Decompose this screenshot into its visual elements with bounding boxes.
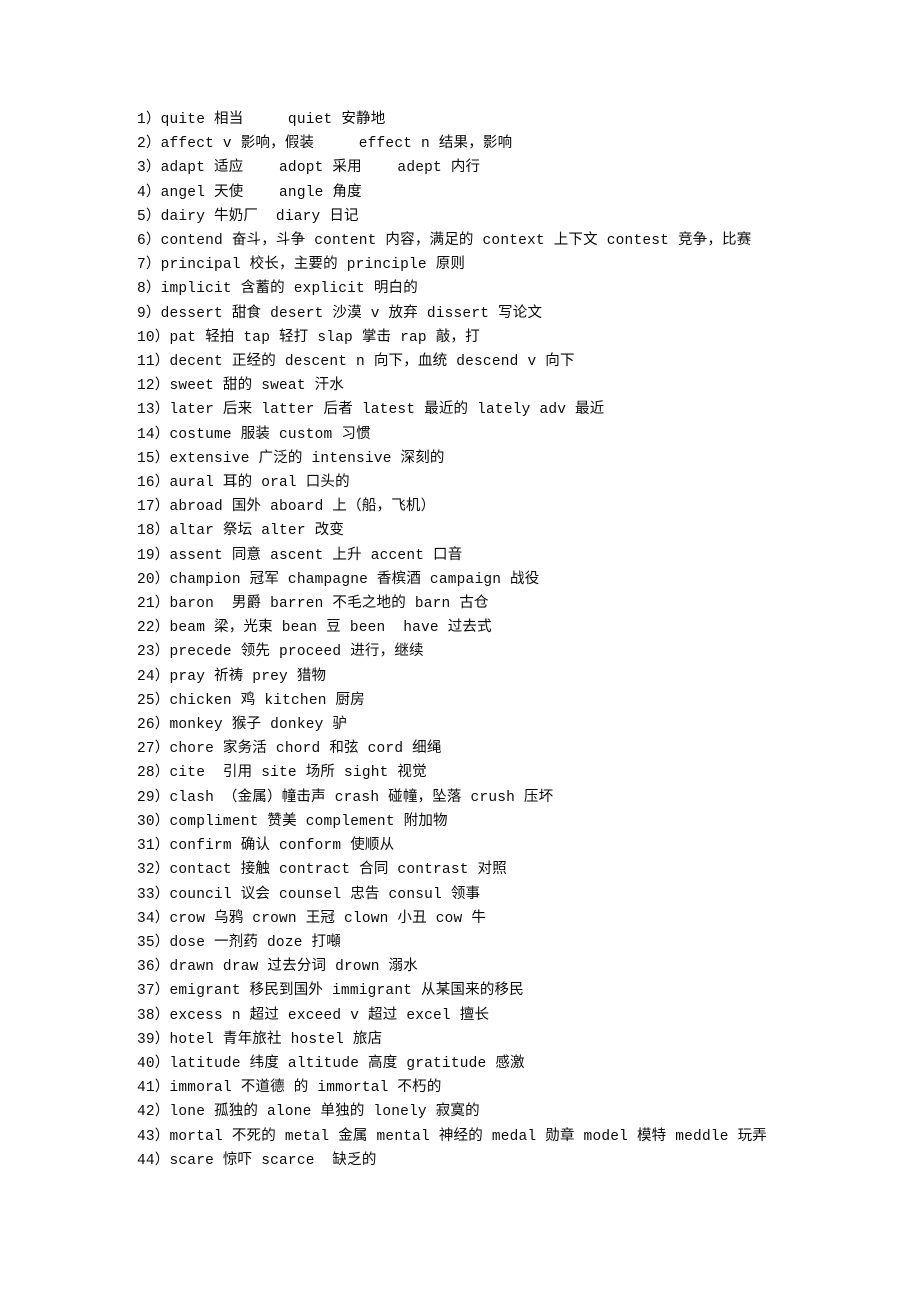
word-pair-line: 12）sweet 甜的 sweat 汗水	[137, 374, 837, 398]
word-pair-text: 18）altar 祭坛 alter 改变	[137, 523, 345, 540]
word-pair-text: 7）principal 校长，主要的 principle 原则	[137, 257, 466, 274]
word-pair-text: 40）latitude 纬度 altitude 高度 gratitude 感激	[137, 1055, 525, 1072]
word-pair-text: 3）adapt 适应 adopt 采用 adept 内行	[137, 160, 481, 177]
word-pair-line: 37）emigrant 移民到国外 immigrant 从某国来的移民	[137, 979, 837, 1003]
word-pair-text: 29）clash （金属）幢击声 crash 碰幢，坠落 crush 压坏	[137, 789, 554, 806]
word-pair-text: 41）immoral 不道德 的 immortal 不朽的	[137, 1080, 442, 1097]
word-pair-text: 44）scare 惊吓 scarce 缺乏的	[137, 1152, 377, 1169]
word-pair-text: 6）contend 奋斗，斗争 content 内容，满足的 context 上…	[137, 233, 752, 250]
word-pair-line: 42）lone 孤独的 alone 单独的 lonely 寂寞的	[137, 1100, 837, 1124]
word-pair-line: 4）angel 天使 angle 角度	[137, 181, 837, 205]
word-pair-line: 40）latitude 纬度 altitude 高度 gratitude 感激	[137, 1052, 837, 1076]
word-pair-text: 39）hotel 青年旅社 hostel 旅店	[137, 1031, 383, 1048]
word-pair-text: 37）emigrant 移民到国外 immigrant 从某国来的移民	[137, 983, 524, 1000]
word-pair-line: 34）crow 乌鸦 crown 王冠 clown 小丑 cow 牛	[137, 907, 837, 931]
word-pair-line: 43）mortal 不死的 metal 金属 mental 神经的 medal …	[137, 1125, 837, 1149]
word-pair-line: 3）adapt 适应 adopt 采用 adept 内行	[137, 156, 837, 180]
word-pair-text: 16）aural 耳的 oral 口头的	[137, 475, 350, 492]
word-pair-line: 41）immoral 不道德 的 immortal 不朽的	[137, 1076, 837, 1100]
word-pair-text: 15）extensive 广泛的 intensive 深刻的	[137, 450, 445, 467]
word-pair-text: 12）sweet 甜的 sweat 汗水	[137, 378, 345, 395]
word-pair-text: 38）excess n 超过 exceed v 超过 excel 擅长	[137, 1007, 490, 1024]
word-pair-text: 30）compliment 赞美 complement 附加物	[137, 813, 448, 830]
word-pair-line: 36）drawn draw 过去分词 drown 溺水	[137, 955, 837, 979]
word-pair-text: 25）chicken 鸡 kitchen 厨房	[137, 692, 365, 709]
word-pair-text: 8）implicit 含蓄的 explicit 明白的	[137, 281, 418, 298]
word-pair-line: 44）scare 惊吓 scarce 缺乏的	[137, 1149, 837, 1173]
word-pair-line: 20）champion 冠军 champagne 香槟酒 campaign 战役	[137, 568, 837, 592]
word-pair-text: 19）assent 同意 ascent 上升 accent 口音	[137, 547, 463, 564]
word-pair-line: 5）dairy 牛奶厂 diary 日记	[137, 205, 837, 229]
word-pair-text: 35）dose 一剂药 doze 打噸	[137, 934, 341, 951]
word-pair-line: 13）later 后来 latter 后者 latest 最近的 lately …	[137, 398, 837, 422]
word-pair-text: 26）monkey 猴子 donkey 驴	[137, 717, 348, 734]
word-pair-text: 14）costume 服装 custom 习惯	[137, 426, 371, 443]
word-pair-text: 34）crow 乌鸦 crown 王冠 clown 小丑 cow 牛	[137, 910, 487, 927]
word-pair-text: 17）abroad 国外 aboard 上（船，飞机）	[137, 499, 436, 516]
word-pair-list: 1）quite 相当 quiet 安静地 2）affect v 影响，假装 eff…	[137, 108, 837, 1173]
word-pair-line: 1）quite 相当 quiet 安静地	[137, 108, 837, 132]
word-pair-line: 27）chore 家务活 chord 和弦 cord 细绳	[137, 737, 837, 761]
word-pair-line: 24）pray 祈祷 prey 猎物	[137, 665, 837, 689]
word-pair-text: 32）contact 接触 contract 合同 contrast 对照	[137, 862, 507, 879]
word-pair-line: 2）affect v 影响，假装 effect n 结果，影响	[137, 132, 837, 156]
word-pair-text: 43）mortal 不死的 metal 金属 mental 神经的 medal …	[137, 1128, 767, 1145]
word-pair-line: 25）chicken 鸡 kitchen 厨房	[137, 689, 837, 713]
word-pair-text: 23）precede 领先 proceed 进行，继续	[137, 644, 424, 661]
word-pair-line: 21）baron 男爵 barren 不毛之地的 barn 古仓	[137, 592, 837, 616]
word-pair-line: 26）monkey 猴子 donkey 驴	[137, 713, 837, 737]
word-pair-line: 18）altar 祭坛 alter 改变	[137, 519, 837, 543]
word-pair-line: 9）dessert 甜食 desert 沙漠 v 放弃 dissert 写论文	[137, 302, 837, 326]
word-pair-text: 31）confirm 确认 conform 使顺从	[137, 838, 395, 855]
word-pair-line: 17）abroad 国外 aboard 上（船，飞机）	[137, 495, 837, 519]
word-pair-text: 13）later 后来 latter 后者 latest 最近的 lately …	[137, 402, 605, 419]
word-pair-text: 36）drawn draw 过去分词 drown 溺水	[137, 959, 418, 976]
word-pair-line: 6）contend 奋斗，斗争 content 内容，满足的 context 上…	[137, 229, 837, 253]
word-pair-text: 42）lone 孤独的 alone 单独的 lonely 寂寞的	[137, 1104, 480, 1121]
word-pair-text: 28）cite 引用 site 场所 sight 视觉	[137, 765, 427, 782]
word-pair-line: 35）dose 一剂药 doze 打噸	[137, 931, 837, 955]
word-pair-text: 21）baron 男爵 barren 不毛之地的 barn 古仓	[137, 596, 489, 613]
word-pair-text: 20）champion 冠军 champagne 香槟酒 campaign 战役	[137, 571, 540, 588]
word-pair-line: 29）clash （金属）幢击声 crash 碰幢，坠落 crush 压坏	[137, 786, 837, 810]
word-pair-line: 31）confirm 确认 conform 使顺从	[137, 834, 837, 858]
word-pair-text: 24）pray 祈祷 prey 猎物	[137, 668, 327, 685]
word-pair-line: 10）pat 轻拍 tap 轻打 slap 掌击 rap 敲，打	[137, 326, 837, 350]
word-pair-line: 15）extensive 广泛的 intensive 深刻的	[137, 447, 837, 471]
word-pair-line: 39）hotel 青年旅社 hostel 旅店	[137, 1028, 837, 1052]
word-pair-line: 33）council 议会 counsel 忠告 consul 领事	[137, 883, 837, 907]
word-pair-line: 38）excess n 超过 exceed v 超过 excel 擅长	[137, 1004, 837, 1028]
word-pair-text: 1）quite 相当 quiet 安静地	[137, 112, 386, 128]
word-pair-line: 19）assent 同意 ascent 上升 accent 口音	[137, 544, 837, 568]
word-pair-line: 28）cite 引用 site 场所 sight 视觉	[137, 761, 837, 785]
word-pair-line: 30）compliment 赞美 complement 附加物	[137, 810, 837, 834]
word-pair-line: 16）aural 耳的 oral 口头的	[137, 471, 837, 495]
word-pair-line: 14）costume 服装 custom 习惯	[137, 423, 837, 447]
word-pair-text: 2）affect v 影响，假装 effect n 结果，影响	[137, 136, 513, 153]
word-pair-text: 33）council 议会 counsel 忠告 consul 领事	[137, 886, 481, 903]
word-pair-line: 8）implicit 含蓄的 explicit 明白的	[137, 277, 837, 301]
word-pair-text: 10）pat 轻拍 tap 轻打 slap 掌击 rap 敲，打	[137, 329, 480, 346]
word-pair-text: 22）beam 梁，光束 bean 豆 been have 过去式	[137, 620, 492, 637]
word-pair-text: 11）decent 正经的 descent n 向下，血统 descend v …	[137, 354, 575, 371]
word-pair-line: 32）contact 接触 contract 合同 contrast 对照	[137, 858, 837, 882]
document-page: 1）quite 相当 quiet 安静地 2）affect v 影响，假装 eff…	[0, 0, 920, 1302]
word-pair-line: 23）precede 领先 proceed 进行，继续	[137, 640, 837, 664]
word-pair-text: 4）angel 天使 angle 角度	[137, 184, 362, 201]
word-pair-line: 7）principal 校长，主要的 principle 原则	[137, 253, 837, 277]
word-pair-text: 9）dessert 甜食 desert 沙漠 v 放弃 dissert 写论文	[137, 305, 543, 322]
word-pair-line: 22）beam 梁，光束 bean 豆 been have 过去式	[137, 616, 837, 640]
word-pair-text: 5）dairy 牛奶厂 diary 日记	[137, 208, 359, 225]
word-pair-text: 27）chore 家务活 chord 和弦 cord 细绳	[137, 741, 442, 758]
word-pair-line: 11）decent 正经的 descent n 向下，血统 descend v …	[137, 350, 837, 374]
